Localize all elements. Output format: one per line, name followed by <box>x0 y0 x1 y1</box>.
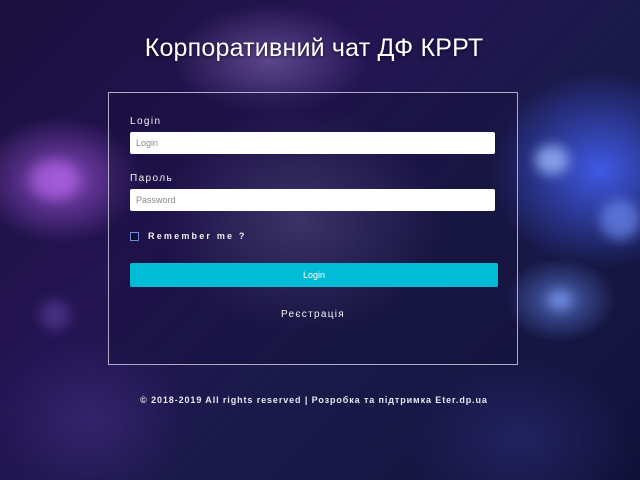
background-bokeh <box>40 300 70 330</box>
footer-copyright: © 2018-2019 All rights reserved | Розроб… <box>140 395 488 405</box>
login-input[interactable] <box>130 132 495 154</box>
background-bokeh <box>30 160 80 200</box>
login-label: Login <box>130 116 162 127</box>
background-bokeh <box>600 200 640 240</box>
remember-me-label: Remember me ? <box>148 231 247 241</box>
remember-me-checkbox[interactable] <box>130 231 139 241</box>
login-panel: Login Пароль Remember me ? Login Реєстра… <box>108 92 518 365</box>
page-title: Корпоративний чат ДФ КРРТ <box>144 34 484 62</box>
password-input[interactable] <box>130 189 495 211</box>
password-label: Пароль <box>130 173 174 184</box>
background-bokeh <box>548 290 572 310</box>
background-bokeh <box>535 145 569 175</box>
login-button[interactable]: Login <box>130 263 498 287</box>
remember-me-row[interactable]: Remember me ? <box>130 230 247 242</box>
register-link[interactable]: Реєстрація <box>109 309 517 320</box>
